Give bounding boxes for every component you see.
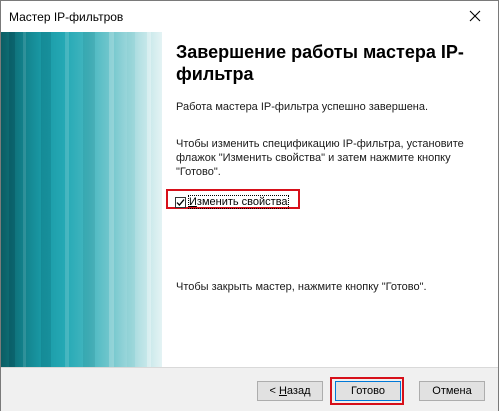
checkbox-label-rest: зменить свойства bbox=[196, 196, 288, 208]
wizard-content: Завершение работы мастера IP-фильтра Раб… bbox=[162, 32, 498, 367]
button-bar: < Назад Готово Отмена bbox=[1, 367, 498, 411]
finish-highlight bbox=[330, 377, 404, 405]
wizard-banner-image bbox=[1, 32, 162, 367]
instruction-text: Чтобы изменить спецификацию IP-фильтра, … bbox=[176, 138, 464, 178]
edit-properties-checkbox[interactable]: Изменить свойства bbox=[175, 195, 289, 209]
cancel-button[interactable]: Отмена bbox=[419, 381, 485, 401]
checkbox-label-accel: И bbox=[189, 196, 197, 208]
checkmark-icon bbox=[176, 198, 185, 206]
close-button[interactable] bbox=[452, 1, 498, 31]
title-bar: Мастер IP-фильтров bbox=[1, 1, 498, 31]
back-button-rest: азад bbox=[286, 385, 311, 397]
checkbox-label[interactable]: Изменить свойства bbox=[188, 195, 289, 209]
close-hint-text: Чтобы закрыть мастер, нажмите кнопку "Го… bbox=[176, 281, 427, 293]
back-button-prefix: < bbox=[269, 385, 279, 397]
wizard-window: Мастер IP-фильтров Завершение работы мас… bbox=[0, 0, 499, 411]
back-button[interactable]: < Назад bbox=[257, 381, 323, 401]
page-heading: Завершение работы мастера IP-фильтра bbox=[176, 42, 464, 84]
checkbox-box[interactable] bbox=[175, 196, 186, 208]
window-title: Мастер IP-фильтров bbox=[9, 10, 124, 24]
completed-text: Работа мастера IP-фильтра успешно заверш… bbox=[176, 101, 429, 113]
back-button-accel: Н bbox=[278, 385, 287, 397]
close-icon bbox=[469, 10, 481, 22]
